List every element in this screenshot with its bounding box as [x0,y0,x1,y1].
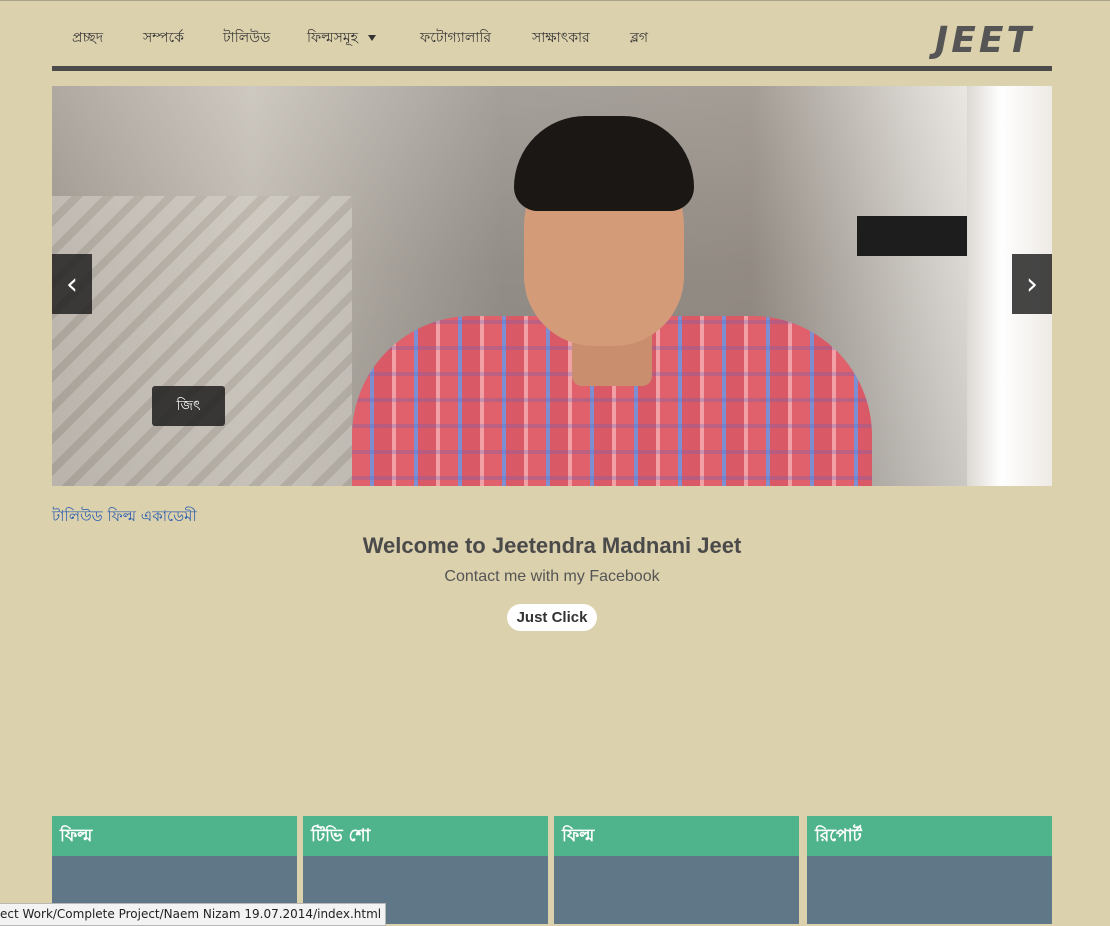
carved-ornament [52,196,352,486]
site-logo[interactable]: JEET [935,20,1034,61]
just-click-button[interactable]: Just Click [507,604,597,631]
nav-item-photo-gallery[interactable]: ফটোগ্যালারি [420,26,491,50]
carousel-next-button[interactable]: › [1012,254,1052,314]
nav-item-films-label: ফিল্মসমূহ [307,30,359,46]
card-title: ফিল্ম [554,816,799,856]
card-title: রিপোর্ট [807,816,1052,856]
welcome-heading: Welcome to Jeetendra Madnani Jeet [362,533,742,558]
chevron-left-icon: ‹ [66,266,78,302]
wall-lamp [857,216,967,256]
nav-item-interview[interactable]: সাক্ষাৎকার [532,26,590,50]
academy-link[interactable]: টালিউড ফিল্ম একাডেমী [52,505,197,530]
nav-item-home[interactable]: প্রচ্ছদ [72,26,103,50]
chevron-right-icon: › [1026,266,1038,302]
card-title: ফিল্ম [52,816,297,856]
contact-text: Contact me with my Facebook [444,568,660,585]
card-title: টিভি শো [303,816,548,856]
nav-divider [52,66,1052,71]
category-card-film-2[interactable]: ফিল্ম [554,816,799,924]
nav-item-blog[interactable]: ব্লগ [630,26,648,50]
nav-item-films[interactable]: ফিল্মসমূহ [307,26,377,50]
carousel-caption: জিৎ [152,386,225,426]
main-nav: প্রচ্ছদ সম্পর্কে টালিউড ফিল্মসমূহ ফটোগ্য… [52,0,1052,66]
hero-carousel: জিৎ ‹ › [52,86,1052,486]
category-card-report[interactable]: রিপোর্ট [807,816,1052,924]
status-bar-url: ect Work/Complete Project/Naem Nizam 19.… [0,903,387,926]
chevron-down-icon [368,35,377,41]
carousel-prev-button[interactable]: ‹ [52,254,92,314]
nav-item-about[interactable]: সম্পর্কে [143,26,184,50]
nav-item-tollywood[interactable]: টালিউড [223,26,270,50]
